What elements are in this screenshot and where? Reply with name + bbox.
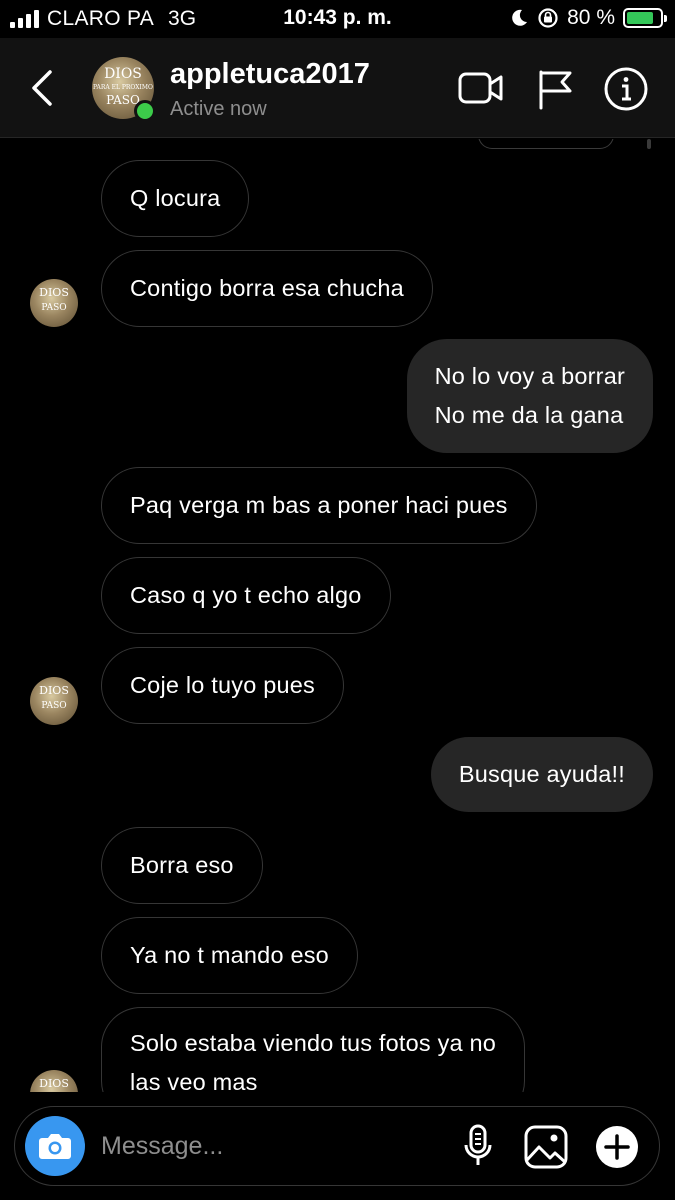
- message-line: Solo estaba viendo tus fotos ya no: [130, 1030, 497, 1056]
- add-icon[interactable]: [595, 1125, 639, 1169]
- message-line: Coje lo tuyo pues: [130, 672, 315, 698]
- status-bar: CLARO PA 3G 10:43 p. m. 80 %: [0, 0, 675, 38]
- message-line: las veo mas: [130, 1069, 258, 1092]
- camera-button[interactable]: [25, 1116, 85, 1176]
- video-call-icon[interactable]: [458, 68, 504, 108]
- moon-icon: [512, 9, 528, 26]
- message-input[interactable]: [101, 1125, 431, 1167]
- chat-header: DIOS PARA EL PROXIMO PASO appletuca2017 …: [0, 38, 675, 138]
- message-line: Borra eso: [130, 852, 234, 878]
- avatar-text-line1: DIOS: [104, 66, 142, 82]
- avatar-text-line3: PASO: [41, 701, 67, 711]
- message-bubble[interactable]: Q locura: [101, 160, 250, 237]
- avatar-text-line2: PARA EL PROXIMO: [93, 84, 153, 91]
- scroll-indicator: [647, 139, 651, 149]
- message-bubble[interactable]: Borra eso: [101, 827, 263, 904]
- message-line: No me da la gana: [434, 402, 624, 428]
- microphone-icon[interactable]: [461, 1123, 495, 1169]
- message-bubble-outgoing[interactable]: No lo voy a borrar No me da la gana: [406, 339, 653, 453]
- reaction-bar-stub: [478, 139, 614, 149]
- message-line: Q locura: [130, 185, 221, 211]
- avatar-text-line1: DIOS: [39, 286, 69, 299]
- info-icon[interactable]: [603, 66, 649, 112]
- message-line: Busque ayuda!!: [458, 761, 625, 787]
- flag-icon[interactable]: [536, 68, 574, 110]
- online-indicator: [134, 100, 156, 122]
- sender-avatar[interactable]: DIOS PASO: [30, 279, 78, 327]
- message-bubble[interactable]: Coje lo tuyo pues: [101, 647, 344, 724]
- sender-avatar[interactable]: DIOSPASO: [30, 1070, 78, 1092]
- battery-percent: 80 %: [567, 6, 615, 29]
- message-line: Contigo borra esa chucha: [130, 275, 404, 301]
- avatar-text-line1: DIOS: [39, 1077, 69, 1090]
- back-chevron-icon[interactable]: [26, 68, 58, 108]
- message-bubble-outgoing[interactable]: Busque ayuda!!: [430, 737, 653, 812]
- gallery-icon[interactable]: [523, 1124, 569, 1170]
- message-bubble[interactable]: Ya no t mando eso: [101, 917, 358, 994]
- message-line: Ya no t mando eso: [130, 942, 329, 968]
- message-thread[interactable]: Q locura DIOS PASO Contigo borra esa chuc…: [0, 139, 675, 1092]
- camera-icon: [39, 1134, 71, 1159]
- sender-avatar[interactable]: DIOS PASO: [30, 677, 78, 725]
- message-bubble[interactable]: Contigo borra esa chucha: [101, 250, 433, 327]
- contact-status: Active now: [170, 98, 267, 120]
- status-right: 80 %: [509, 6, 667, 30]
- message-line: Paq verga m bas a poner haci pues: [130, 492, 508, 518]
- battery-charging-icon: [623, 8, 667, 28]
- message-composer: [14, 1106, 660, 1186]
- message-line: No lo voy a borrar: [434, 363, 625, 389]
- rotation-lock-icon: [538, 8, 558, 28]
- avatar-text-line1: DIOS: [39, 684, 69, 697]
- avatar-text-line3: PASO: [41, 303, 67, 313]
- message-line: Caso q yo t echo algo: [130, 582, 362, 608]
- contact-username[interactable]: appletuca2017: [170, 58, 370, 91]
- message-bubble[interactable]: Paq verga m bas a poner haci pues: [101, 467, 537, 544]
- message-bubble[interactable]: Caso q yo t echo algo: [101, 557, 391, 634]
- message-bubble[interactable]: Solo estaba viendo tus fotos ya no las v…: [101, 1007, 526, 1092]
